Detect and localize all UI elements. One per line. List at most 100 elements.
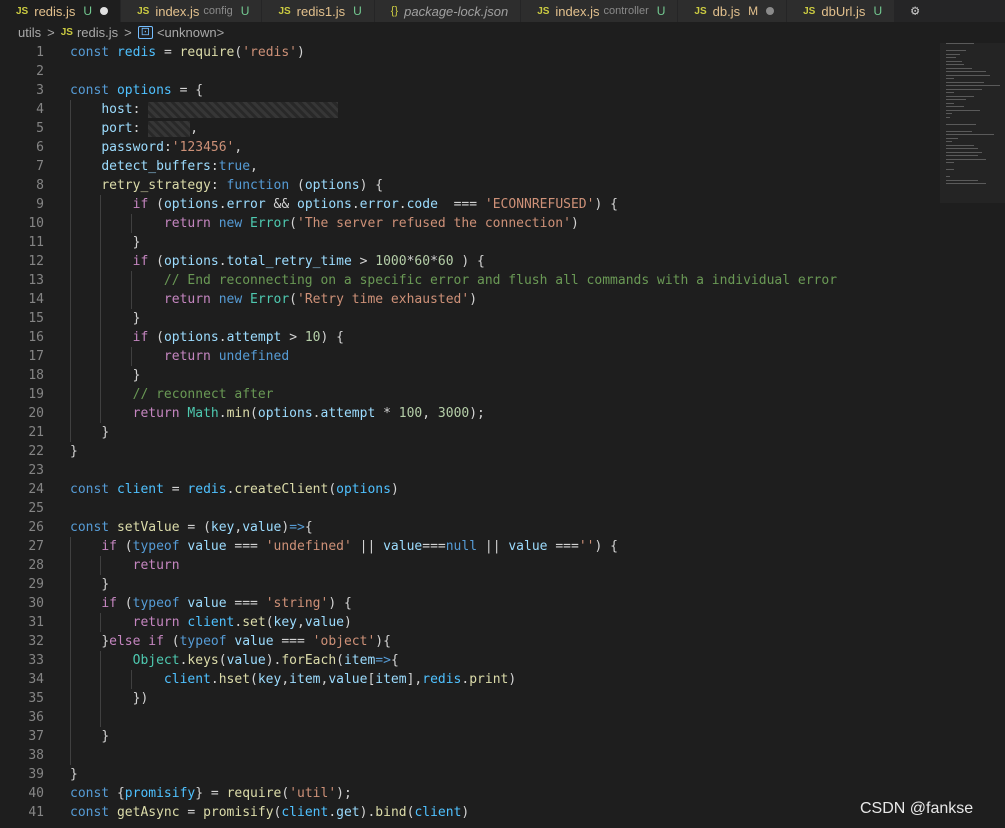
tab-bar: JS redis.js U JS index.js config U JS redis1.js U… (0, 0, 1005, 22)
code-line: 32 }else if (typeof value === 'object'){ (0, 632, 940, 651)
git-status-badge: U (353, 4, 362, 18)
tab-3[interactable]: {} package-lock.json (374, 0, 522, 22)
line-number: 5 (36, 121, 44, 136)
code-line: 40 const {promisify} = require('util'); (0, 784, 940, 803)
code-line: 27 if (typeof value === 'undefined' || v… (0, 537, 940, 556)
line-number: 37 (28, 729, 44, 744)
unsaved-dot-icon[interactable] (766, 7, 775, 15)
tab-label: dbUrl.js (821, 3, 866, 19)
line-number: 10 (28, 216, 44, 231)
line-number: 20 (28, 406, 44, 421)
js-file-icon: JS (16, 5, 29, 17)
code-line: 9 if (options.error && options.error.cod… (0, 195, 940, 214)
code-line: 39} (0, 765, 940, 784)
code-line: 21 } (0, 423, 940, 442)
line-number: 8 (36, 178, 44, 193)
code-line: 34 client.hset(key,item,value[item],redi… (0, 670, 940, 689)
code-line: 14 return new Error('Retry time exhauste… (0, 290, 940, 309)
tab-description: controller (603, 5, 649, 17)
code-editor[interactable]: 1 const redis = require('redis') 2 3 const… (0, 43, 1005, 828)
watermark: CSDN @fankse (860, 800, 974, 817)
tab-5[interactable]: JS db.js M (678, 0, 788, 22)
tab-0[interactable]: JS redis.js U (0, 0, 122, 22)
code-line: 26 const setValue = (key,value)=>{ (0, 518, 940, 537)
tab-2[interactable]: JS redis1.js U (262, 0, 375, 22)
breadcrumb-file[interactable]: redis.js (77, 25, 118, 40)
line-number: 23 (28, 463, 44, 478)
git-status-badge: U (83, 4, 93, 18)
line-number: 19 (28, 387, 44, 402)
line-number: 3 (36, 83, 44, 98)
line-number: 2 (36, 64, 44, 79)
tab-6[interactable]: JS dbUrl.js U (787, 0, 896, 22)
line-number: 15 (28, 311, 44, 326)
line-number: 9 (36, 197, 44, 212)
code-line: 7 detect_buffers:true, (0, 157, 940, 176)
line-number: 6 (36, 140, 44, 155)
tab-label: redis.js (34, 3, 76, 19)
code-line: 22} (0, 442, 940, 461)
code-line: 41 const getAsync = promisify(client.get)… (0, 803, 940, 822)
breadcrumb-folder[interactable]: utils (18, 25, 41, 40)
tab-description: config (203, 5, 233, 17)
code-line: 5 port: , (0, 119, 940, 138)
js-file-icon: JS (803, 5, 816, 17)
code-line: 38 (0, 746, 940, 765)
git-status-badge: U (656, 4, 666, 18)
redacted-value (148, 120, 191, 137)
tab-label: db.js (712, 3, 741, 19)
git-status-badge: U (873, 4, 883, 18)
redacted-value (148, 101, 339, 118)
code-line: 29 } (0, 575, 940, 594)
js-file-icon: JS (694, 5, 707, 17)
breadcrumb-symbol[interactable]: <unknown> (157, 25, 224, 40)
line-number: 38 (28, 748, 44, 763)
tab-label: package-lock.json (404, 3, 509, 19)
code-line: 25 (0, 499, 940, 518)
js-file-icon: JS (537, 5, 550, 17)
line-number: 18 (28, 368, 44, 383)
line-number: 34 (28, 672, 44, 687)
code-line: 15 } (0, 309, 940, 328)
line-number: 24 (28, 482, 44, 497)
line-number: 40 (28, 786, 44, 801)
line-number: 7 (36, 159, 44, 174)
minimap[interactable] (942, 43, 1005, 193)
line-number: 39 (28, 767, 44, 782)
code-line: 16 if (options.attempt > 10) { (0, 328, 940, 347)
line-number: 11 (28, 235, 44, 250)
code-line: 33 Object.keys(value).forEach(item=>{ (0, 651, 940, 670)
js-file-icon: JS (60, 27, 73, 38)
line-number: 14 (28, 292, 44, 307)
code-line: 24 const client = redis.createClient(opti… (0, 480, 940, 499)
js-file-icon: JS (137, 5, 150, 17)
tab-label: redis1.js (296, 3, 346, 19)
editor-actions-icon[interactable]: ⚙ (895, 0, 936, 22)
line-number: 26 (28, 520, 44, 535)
line-number: 13 (28, 273, 44, 288)
line-number: 4 (36, 102, 44, 117)
line-number: 17 (28, 349, 44, 364)
line-number: 32 (28, 634, 44, 649)
unsaved-dot-icon[interactable] (100, 7, 109, 15)
code-line: 23 (0, 461, 940, 480)
code-line: 35 }) (0, 689, 940, 708)
code-line: 31 return client.set(key,value) (0, 613, 940, 632)
code-line: 6 password:'123456', (0, 138, 940, 157)
tab-1[interactable]: JS index.js config U (121, 0, 263, 22)
line-number: 33 (28, 653, 44, 668)
json-file-icon: {} (390, 5, 399, 17)
git-status-badge: M (748, 4, 759, 18)
code-line: 28 return (0, 556, 940, 575)
code-line: 17 return undefined (0, 347, 940, 366)
chevron-right-icon: > (124, 25, 132, 40)
code-line: 10 return new Error('The server refused … (0, 214, 940, 233)
code-line: 12 if (options.total_retry_time > 1000*6… (0, 252, 940, 271)
git-status-badge: U (240, 4, 250, 18)
tab-4[interactable]: JS index.js controller U (521, 0, 679, 22)
line-number: 36 (28, 710, 44, 725)
code-line: 20 return Math.min(options.attempt * 100… (0, 404, 940, 423)
chevron-right-icon: > (47, 25, 55, 40)
line-number: 27 (28, 539, 44, 554)
code-line: 18 } (0, 366, 940, 385)
